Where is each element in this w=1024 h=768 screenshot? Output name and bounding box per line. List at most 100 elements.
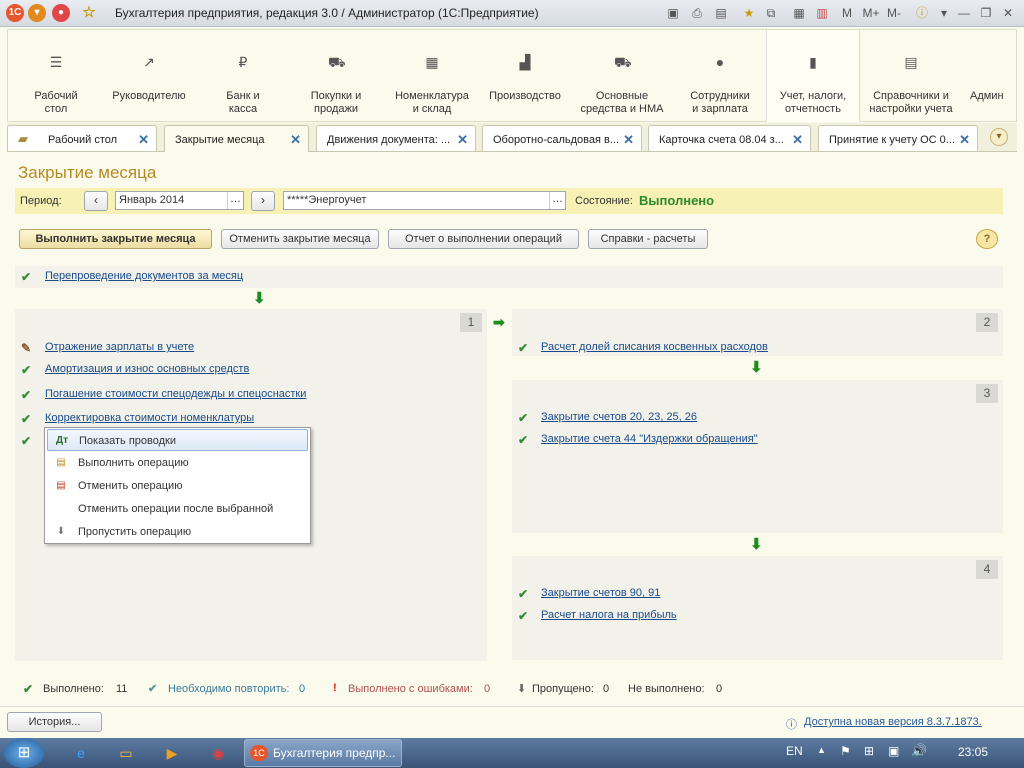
section-fixed-assets[interactable]: ⛟ Основные средства и НМА <box>574 30 670 122</box>
close-tab-icon[interactable]: ✕ <box>138 132 149 148</box>
calendar-icon[interactable]: ▥ <box>812 4 832 22</box>
history-button[interactable]: История... <box>7 712 102 732</box>
memory-minus-button[interactable]: M- <box>884 4 904 22</box>
close-tab-icon[interactable]: ✕ <box>623 132 634 148</box>
calculator-icon[interactable]: ▦ <box>789 4 809 22</box>
start-button-icon[interactable]: ⊞ <box>4 738 44 768</box>
section-label: Сотрудники и зарплата <box>690 90 750 115</box>
preview-icon[interactable]: ▤ <box>711 4 731 22</box>
period-field[interactable]: Январь 2014 … <box>115 191 244 210</box>
step-close-90-91-link[interactable]: Закрытие счетов 90, 91 <box>541 587 660 599</box>
cancel-closing-button[interactable]: Отменить закрытие месяца <box>221 229 379 249</box>
section-desktop[interactable]: ☰ Рабочий стол <box>17 30 95 122</box>
chrome-icon[interactable]: ◉ <box>206 741 230 765</box>
tab-label: Рабочий стол <box>48 134 118 146</box>
taskbar-app-button[interactable]: 1С Бухгалтерия предпр... <box>244 739 402 767</box>
section-admin[interactable]: Админ <box>966 30 1008 122</box>
section-label: Банк и касса <box>226 90 260 115</box>
close-tab-icon[interactable]: ✕ <box>959 132 970 148</box>
help-icon[interactable]: ? <box>976 229 998 249</box>
info-small-icon: ⓘ <box>786 719 797 731</box>
tab-account-card[interactable]: Карточка счета 08.04 з... ✕ <box>648 125 811 151</box>
section-accounting[interactable]: ▮ Учет, налоги, отчетность <box>766 30 860 122</box>
internet-explorer-icon[interactable]: e <box>69 741 93 765</box>
tab-asset-acceptance[interactable]: Принятие к учету ОС 0... ✕ <box>818 125 978 151</box>
save-icon[interactable]: ▣ <box>663 4 683 22</box>
tab-turnover-balance[interactable]: Оборотно-сальдовая в... ✕ <box>482 125 642 151</box>
step-indirect-costs-link[interactable]: Расчет долей списания косвенных расходов <box>541 341 768 353</box>
section-purchases[interactable]: ⛟ Покупки и продажи <box>293 30 379 122</box>
tabs-more-icon[interactable]: ▾ <box>990 128 1008 146</box>
tab-document-movements[interactable]: Движения документа: ... ✕ <box>316 125 476 151</box>
close-tab-icon[interactable]: ✕ <box>457 132 468 148</box>
close-tab-icon[interactable]: ✕ <box>290 132 301 148</box>
tray-flag-icon[interactable]: ⚑ <box>840 744 851 758</box>
step-repost-link[interactable]: Перепроведение документов за месяц <box>45 270 243 282</box>
restore-icon[interactable]: ❐ <box>976 4 996 22</box>
period-prev-button[interactable]: ‹ <box>84 191 108 211</box>
section-references[interactable]: ▤ Справочники и настройки учета <box>866 30 956 122</box>
organization-field[interactable]: *****Энергоучет … <box>283 191 566 210</box>
tray-volume-icon[interactable]: 🔊 <box>911 743 927 759</box>
app-logo-icon[interactable]: 1С <box>6 4 24 22</box>
section-production[interactable]: ▟ Производство <box>484 30 566 122</box>
stop-icon[interactable]: ● <box>52 4 70 22</box>
step-depreciation-link[interactable]: Амортизация и износ основных средств <box>45 363 249 375</box>
execute-closing-button[interactable]: Выполнить закрытие месяца <box>19 229 212 249</box>
organization-select-button[interactable]: … <box>549 192 565 209</box>
info-icon[interactable]: ⓘ <box>912 4 932 22</box>
section-nomenclature[interactable]: ▦ Номенклатура и склад <box>389 30 475 122</box>
menu-item-show-entries[interactable]: Дт Показать проводки <box>47 429 308 451</box>
operations-report-button[interactable]: Отчет о выполнении операций <box>388 229 579 249</box>
not-done-count: 0 <box>716 683 723 695</box>
step-income-tax-link[interactable]: Расчет налога на прибыль <box>541 609 677 621</box>
step-close-44-link[interactable]: Закрытие счета 44 "Издержки обращения" <box>541 433 758 445</box>
tab-desktop[interactable]: ▰ Рабочий стол ✕ <box>7 125 157 151</box>
memory-m-button[interactable]: M <box>840 4 854 22</box>
menu-item-cancel-after[interactable]: Отменить операции после выбранной <box>47 498 308 520</box>
info-dropdown-icon[interactable]: ▾ <box>934 4 954 22</box>
explorer-folder-icon[interactable]: ▭ <box>114 741 138 765</box>
menu-item-label: Пропустить операцию <box>78 526 192 538</box>
menu-item-execute[interactable]: ▤ Выполнить операцию <box>47 452 308 474</box>
period-select-button[interactable]: … <box>227 192 243 209</box>
memory-plus-button[interactable]: M+ <box>860 4 882 22</box>
period-next-button[interactable]: › <box>251 191 275 211</box>
title-bar: 1С ▾ ● ☆ Бухгалтерия предприятия, редакц… <box>0 0 1024 27</box>
arrow-down-icon: ⬇ <box>750 359 763 376</box>
media-player-icon[interactable]: ▶ <box>160 741 184 765</box>
minimize-icon[interactable]: — <box>954 4 974 22</box>
tray-expand-icon[interactable]: ▲ <box>817 745 826 755</box>
repost-row: ✔ Перепроведение документов за месяц <box>15 266 1003 288</box>
step-workwear-link[interactable]: Погашение стоимости спецодежды и спецосн… <box>45 388 306 400</box>
close-tab-icon[interactable]: ✕ <box>792 132 803 148</box>
step-close-20-26-link[interactable]: Закрытие счетов 20, 23, 25, 26 <box>541 411 697 423</box>
menu-dropdown-icon[interactable]: ▾ <box>28 4 46 22</box>
section-bank[interactable]: ₽ Банк и касса <box>203 30 283 122</box>
star-add-icon[interactable]: ★ <box>739 4 759 22</box>
state-label: Состояние: <box>575 195 633 207</box>
group-number: 4 <box>976 560 998 579</box>
menu-item-skip[interactable]: ⬇ Пропустить операцию <box>47 521 308 543</box>
favorite-star-icon[interactable]: ☆ <box>80 4 98 22</box>
new-version-link[interactable]: Доступна новая версия 8.3.7.1873. <box>804 716 982 728</box>
menu-item-cancel[interactable]: ▤ Отменить операцию <box>47 475 308 497</box>
tab-month-closing[interactable]: Закрытие месяца ✕ <box>164 125 309 153</box>
group-2-panel: 2 ✔ Расчет долей списания косвенных расх… <box>512 309 1003 356</box>
link-icon[interactable]: ⧉ <box>761 4 781 22</box>
cancel-doc-icon: ▤ <box>56 480 66 491</box>
clock[interactable]: 23:05 <box>958 745 988 759</box>
tray-windows-icon[interactable]: ⊞ <box>864 744 874 758</box>
language-indicator[interactable]: EN <box>786 744 803 758</box>
info-calculations-button[interactable]: Справки - расчеты <box>588 229 708 249</box>
section-manager[interactable]: ↗ Руководителю <box>106 30 192 122</box>
section-employees[interactable]: ● Сотрудники и зарплата <box>676 30 764 122</box>
factory-icon: ▟ <box>519 54 531 70</box>
close-icon[interactable]: ✕ <box>998 4 1018 22</box>
tray-network-icon[interactable]: ▣ <box>888 744 899 758</box>
print-icon[interactable]: ⎙ <box>687 4 707 22</box>
error-icon: ! <box>333 682 337 694</box>
step-salary-link[interactable]: Отражение зарплаты в учете <box>45 341 194 353</box>
step-cost-adjust-link[interactable]: Корректировка стоимости номенклатуры <box>45 412 254 424</box>
period-label: Период: <box>20 195 62 207</box>
